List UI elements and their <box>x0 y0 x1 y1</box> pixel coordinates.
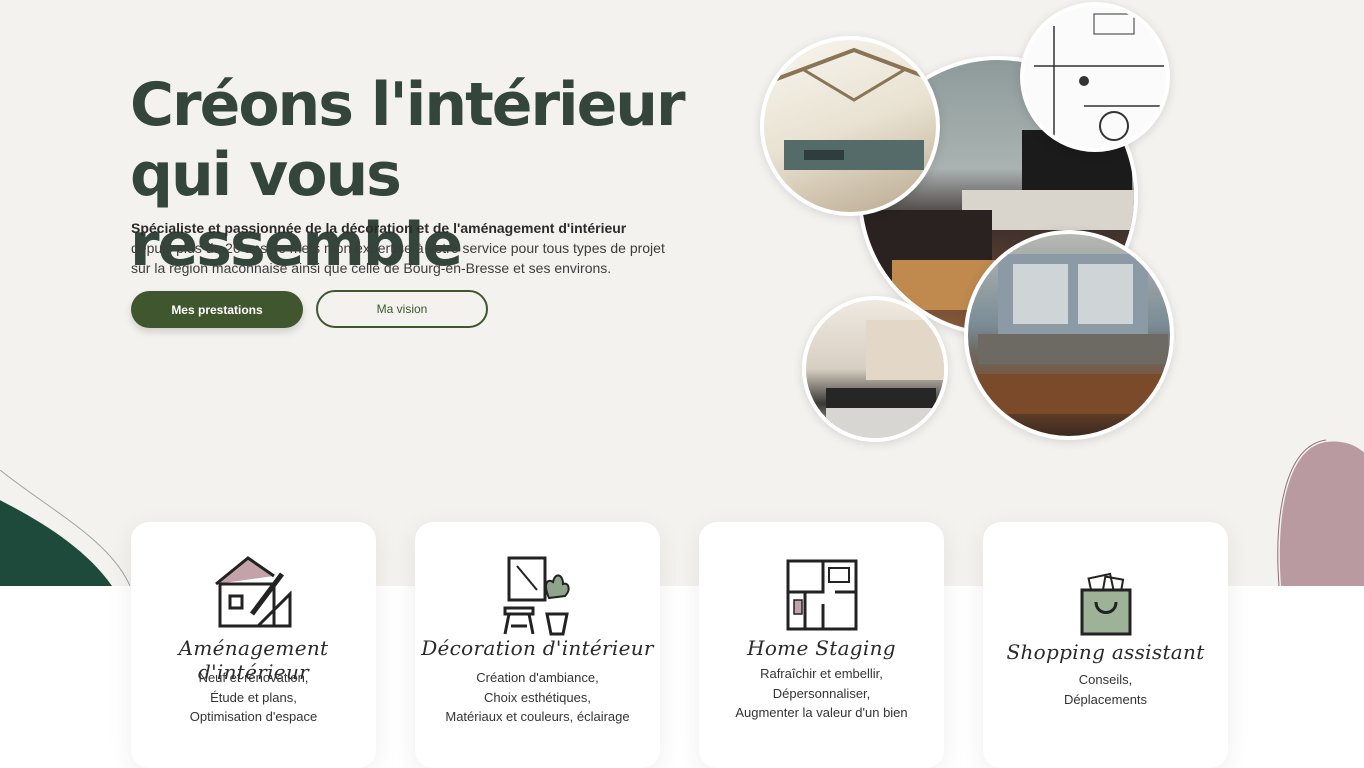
service-title: Décoration d'intérieur <box>421 636 654 660</box>
service-line: Conseils, <box>1078 672 1133 687</box>
intro-bold: Spécialiste et passionnée de la décorati… <box>131 220 627 236</box>
service-card-shopping[interactable]: Shopping assistant Conseils, Déplacement… <box>983 522 1228 768</box>
service-line: Création d'ambiance, <box>476 670 599 685</box>
kitchen-sketch-photo <box>760 36 940 216</box>
service-line: Déplacements <box>1063 691 1148 707</box>
house-plan-icon <box>214 556 291 628</box>
service-line: Neuf et rénovation, <box>198 670 309 685</box>
service-description: Rafraîchir et embellir, Dépersonnaliser,… <box>699 664 944 723</box>
green-blob-decoration <box>0 470 130 586</box>
service-card-decoration[interactable]: Décoration d'intérieur Création d'ambian… <box>415 522 660 768</box>
service-line: Augmenter la valeur d'un bien <box>735 705 908 720</box>
hero-intro: Spécialiste et passionnée de la décorati… <box>131 218 671 278</box>
floor-plan-photo <box>1020 2 1170 152</box>
service-card-home-staging[interactable]: Home Staging Rafraîchir et embellir, Dép… <box>699 522 944 768</box>
service-line: Optimisation d'espace <box>189 709 318 724</box>
floor-plan-icon <box>786 559 857 631</box>
service-description: Conseils, Déplacements <box>983 670 1228 709</box>
shopping-bag-icon <box>1080 572 1131 636</box>
kitchen-photo <box>802 296 948 442</box>
service-title: Shopping assistant <box>1006 640 1205 664</box>
service-line: Rafraîchir et embellir, <box>760 666 883 681</box>
intro-rest: depuis plus de 20 ans, je mets mon exper… <box>131 240 665 276</box>
service-line: Matériaux et couleurs, éclairage <box>445 709 630 724</box>
mauve-blob-decoration <box>1277 439 1364 586</box>
service-description: Neuf et rénovation, Étude et plans, Opti… <box>131 668 376 727</box>
service-title: Home Staging <box>747 636 896 660</box>
service-description: Création d'ambiance, Choix esthétiques, … <box>415 668 660 727</box>
decor-plant-stool-icon <box>503 556 570 636</box>
service-card-amenagement[interactable]: Aménagement d'intérieur Neuf et rénovati… <box>131 522 376 768</box>
service-line: Choix esthétiques, <box>484 689 591 705</box>
service-line: Dépersonnaliser, <box>772 685 871 701</box>
ma-vision-button[interactable]: Ma vision <box>316 290 488 328</box>
service-line: Étude et plans, <box>210 689 297 705</box>
bathroom-photo <box>964 230 1174 440</box>
mes-prestations-button[interactable]: Mes prestations <box>131 291 303 328</box>
hero-title-line1: Créons l'intérieur <box>130 70 686 140</box>
